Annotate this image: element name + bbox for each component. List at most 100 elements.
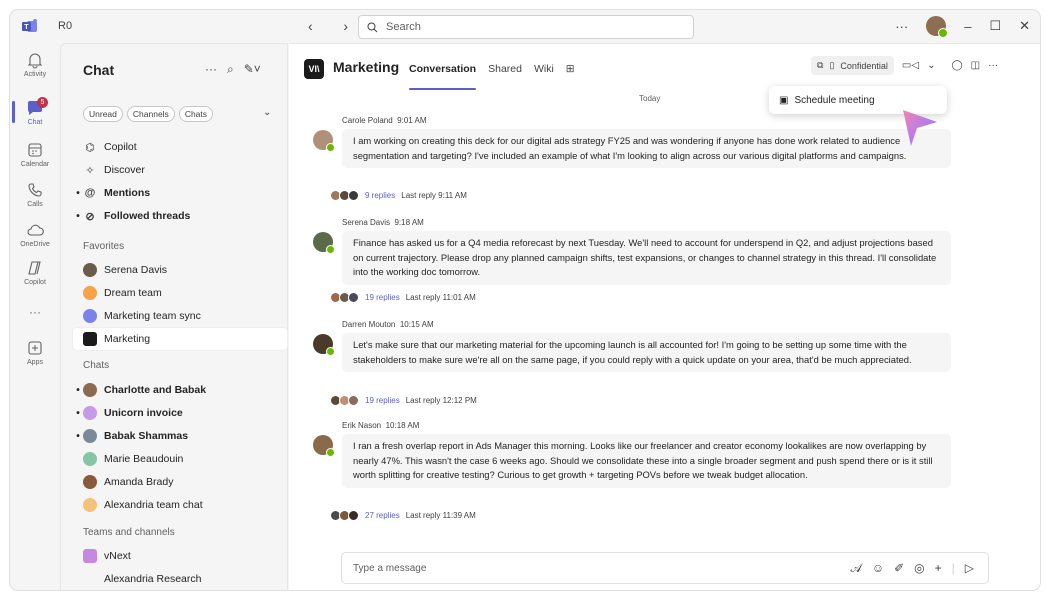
calendar-icon [28, 143, 42, 157]
header-actions: ⧉ ▯ Confidential ▭◁ ⌄ ◯ ◫ ··· [811, 56, 998, 75]
profile-avatar[interactable] [926, 16, 949, 38]
message-meta: Serena Davis 9:18 AM [342, 218, 424, 227]
list-item-serena-davis[interactable]: Serena Davis [73, 259, 287, 281]
loop-icon[interactable]: ◎ [914, 561, 924, 576]
rail-activity[interactable]: Activity [10, 51, 60, 78]
list-item-vnext[interactable]: vNext [73, 545, 287, 567]
avatar [83, 406, 97, 420]
add-icon[interactable]: + [935, 561, 942, 576]
history-nav: ‹ › [308, 18, 348, 34]
compose-placeholder: Type a message [353, 562, 427, 574]
team-logo-icon [83, 332, 97, 346]
list-item-unicorn-invoice[interactable]: • Unicorn invoice [73, 402, 287, 424]
filter-chats[interactable]: Chats [178, 106, 214, 122]
message-body[interactable]: Let's make sure that our marketing mater… [342, 333, 951, 372]
list-item-amanda-brady[interactable]: Amanda Brady [73, 471, 287, 493]
list-item-marie-beaudouin[interactable]: Marie Beaudouin [73, 448, 287, 470]
add-tab-icon[interactable]: ⊞ [566, 63, 575, 75]
rail-onedrive[interactable]: OneDrive [10, 221, 60, 248]
thread-replies[interactable]: 19 replies Last reply 11:01 AM [330, 292, 476, 303]
cursor-pointer-icon [903, 110, 937, 146]
chevron-down-icon[interactable]: ⌄ [263, 107, 271, 118]
section-teams-and-channels[interactable]: Teams and channels [83, 527, 175, 538]
avatar [313, 334, 335, 356]
rail-calls[interactable]: Calls [10, 181, 60, 208]
list-item-mentions[interactable]: • @ Mentions [73, 182, 287, 204]
tab-shared[interactable]: Shared [488, 63, 522, 75]
rail-apps[interactable]: Apps [10, 339, 60, 366]
avatar [83, 498, 97, 512]
format-icon[interactable]: 𝒜 [850, 561, 861, 576]
filter-unread[interactable]: Unread [83, 106, 123, 122]
list-item-babak-shammas[interactable]: • Babak Shammas [73, 425, 287, 447]
rail-chat[interactable]: 5 Chat [10, 97, 60, 126]
avatar [313, 232, 335, 254]
followed-threads-icon: ⊘ [85, 210, 95, 223]
message-body[interactable]: I ran a fresh overlap report in Ads Mana… [342, 434, 951, 488]
message-compose-box[interactable]: Type a message 𝒜 ☺ ✐ ◎ + | ▷ [341, 552, 989, 584]
teams-window: T R0 ‹ › Search ··· – ☐ ✕ Activity 5 Cha… [10, 10, 1040, 590]
more-options-icon[interactable]: ··· [895, 19, 908, 34]
avatar [83, 286, 97, 300]
rail-copilot[interactable]: Copilot [10, 259, 60, 286]
list-item-marketing[interactable]: Marketing [73, 328, 287, 350]
more-options-icon[interactable]: ··· [988, 60, 998, 71]
list-item-alexandria-team-chat[interactable]: Alexandria team chat [73, 494, 287, 516]
rail-calendar[interactable]: Calendar [10, 141, 60, 168]
thread-replies[interactable]: 19 replies Last reply 12:12 PM [330, 395, 477, 406]
schedule-meeting-item[interactable]: Schedule meeting [794, 95, 874, 106]
new-chat-icon[interactable]: ✎˅ [244, 62, 261, 77]
search-icon[interactable]: ⌕ [227, 62, 234, 77]
list-item-discover[interactable]: ✧ Discover [73, 159, 287, 181]
chevron-down-icon[interactable]: ⌄ [927, 60, 935, 71]
window-controls: ··· – ☐ ✕ [895, 16, 1030, 38]
bell-icon [27, 53, 43, 69]
tab-wiki[interactable]: Wiki [534, 63, 554, 75]
emoji-icon[interactable]: ☺ [872, 561, 884, 576]
section-chats[interactable]: Chats [83, 360, 109, 371]
more-options-icon[interactable]: ··· [205, 62, 217, 77]
message-body[interactable]: I am working on creating this deck for o… [342, 129, 951, 168]
avatar [83, 383, 97, 397]
avatar [83, 475, 97, 489]
more-apps-icon: ··· [29, 305, 41, 319]
back-icon[interactable]: ‹ [308, 18, 313, 34]
account-initials[interactable]: R0 [58, 20, 72, 32]
maximize-icon[interactable]: ☐ [989, 18, 1001, 34]
section-favorites[interactable]: Favorites [83, 241, 124, 252]
list-item-alexandria-research[interactable]: Alexandria Research [73, 568, 287, 590]
list-item-charlotte-and-babak[interactable]: • Charlotte and Babak [73, 379, 287, 401]
search-input[interactable]: Search [358, 15, 694, 39]
thread-replies[interactable]: 9 replies Last reply 9:11 AM [330, 190, 467, 201]
video-call-icon[interactable]: ▭◁ [902, 60, 919, 71]
minimize-icon[interactable]: – [964, 19, 971, 34]
copilot-compose-icon[interactable]: ✐ [894, 561, 904, 576]
list-item-marketing-team-sync[interactable]: Marketing team sync [73, 305, 287, 327]
lock-icon: ▯ [829, 60, 835, 70]
sensitivity-label[interactable]: ⧉ ▯ Confidential [811, 56, 894, 75]
thread-replies[interactable]: 27 replies Last reply 11:39 AM [330, 510, 476, 521]
tab-conversation[interactable]: Conversation [409, 63, 477, 90]
divider: | [951, 561, 955, 575]
calendar-icon [83, 309, 97, 323]
send-icon[interactable]: ▷ [965, 561, 974, 576]
list-item-copilot[interactable]: ⌬ Copilot [73, 136, 287, 158]
forward-icon[interactable]: › [343, 18, 348, 34]
phone-icon [28, 183, 42, 197]
avatar [313, 130, 335, 152]
close-icon[interactable]: ✕ [1019, 18, 1030, 34]
unread-dot: • [76, 187, 80, 199]
unread-dot: • [76, 210, 80, 222]
side-panel-icon[interactable]: ◫ [971, 60, 980, 71]
avatar [83, 452, 97, 466]
unread-dot: • [76, 430, 80, 442]
list-item-dream-team[interactable]: Dream team [73, 282, 287, 304]
list-item-followed-threads[interactable]: • ⊘ Followed threads [73, 205, 287, 227]
message-meta: Erik Nason 10:18 AM [342, 421, 420, 430]
rail-more[interactable]: ··· [10, 305, 60, 319]
message-body[interactable]: Finance has asked us for a Q4 media refo… [342, 231, 951, 285]
compose-actions: 𝒜 ☺ ✐ ◎ + | ▷ [850, 561, 974, 576]
chat-bubble-icon[interactable]: ◯ [951, 60, 962, 71]
filter-channels[interactable]: Channels [126, 106, 175, 122]
calendar-add-icon: ▣ [779, 94, 789, 106]
